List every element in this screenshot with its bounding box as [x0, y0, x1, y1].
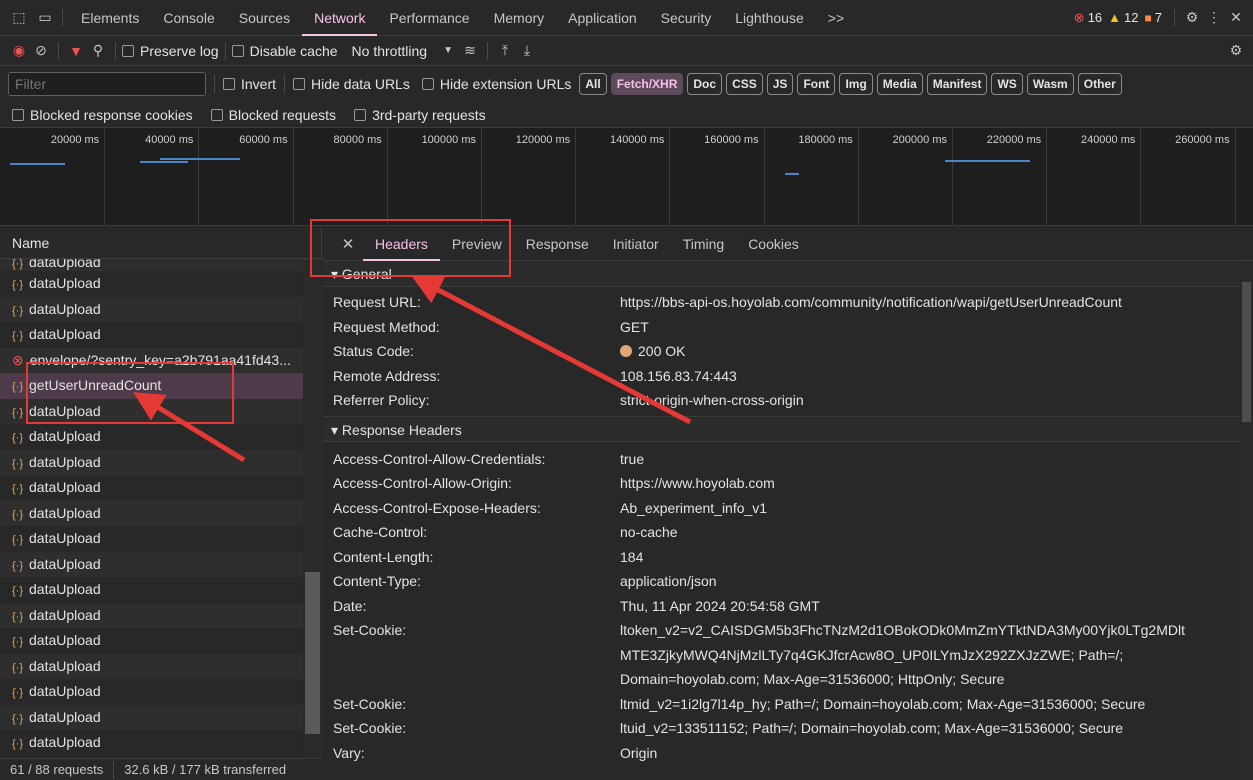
arrow-to-request	[133, 392, 246, 463]
annotation-arrows	[133, 276, 692, 463]
arrow-to-headers	[411, 276, 692, 425]
